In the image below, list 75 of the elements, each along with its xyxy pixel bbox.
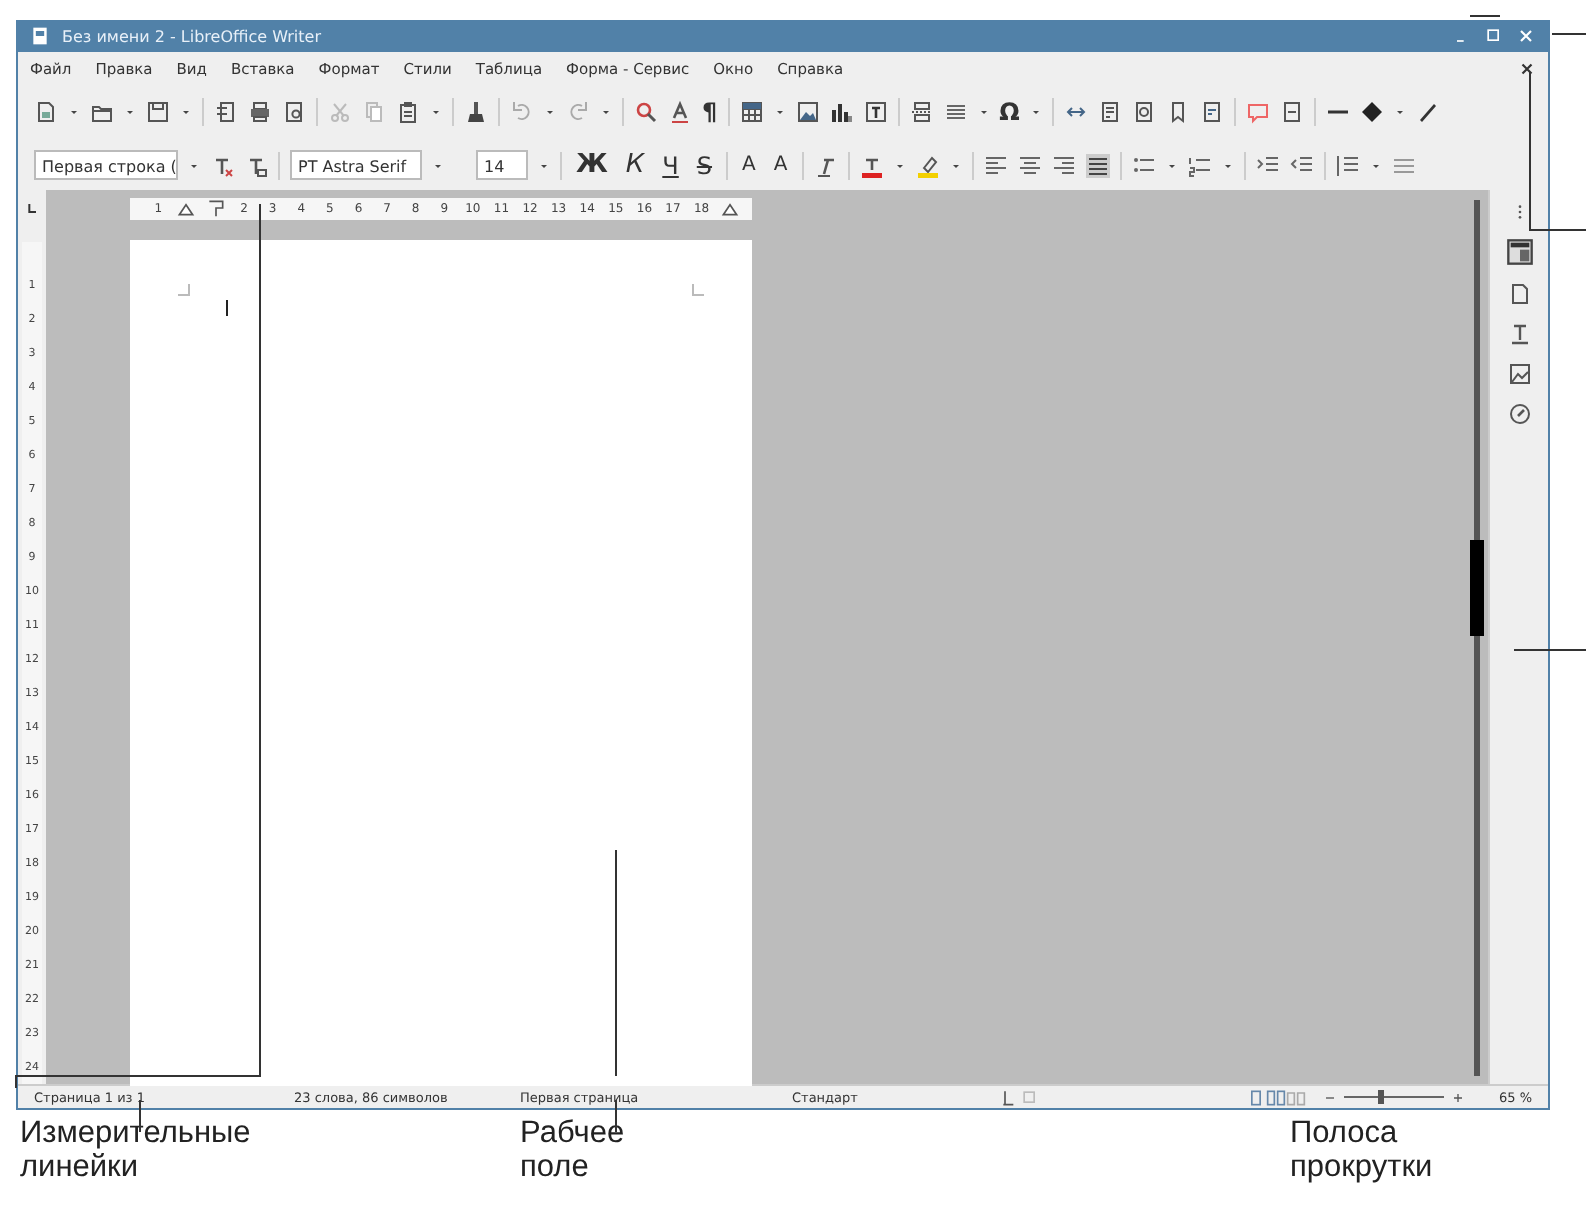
signature-icon bbox=[1020, 1087, 1040, 1107]
leader-line bbox=[1469, 15, 1501, 17]
export-document-icon[interactable] bbox=[214, 100, 238, 124]
format-button[interactable]: К bbox=[621, 150, 649, 180]
annotation-label: Рабчее поле bbox=[520, 1116, 627, 1184]
toolbar-glyph[interactable]: ¶ bbox=[702, 98, 718, 126]
footnote-icon[interactable] bbox=[1097, 100, 1122, 124]
cross-reference-icon[interactable] bbox=[1199, 100, 1224, 124]
font-color-icon[interactable] bbox=[859, 153, 884, 177]
lines-icon[interactable] bbox=[943, 100, 968, 124]
bullet-list-icon[interactable] bbox=[1131, 153, 1156, 177]
page-preview-icon[interactable] bbox=[282, 100, 306, 124]
endnote-icon[interactable] bbox=[1131, 100, 1156, 124]
scrollbar[interactable] bbox=[1473, 200, 1479, 1076]
leader-line bbox=[139, 1099, 141, 1133]
outdent-icon[interactable] bbox=[1289, 153, 1314, 177]
search-icon[interactable] bbox=[634, 100, 658, 124]
tab-stop-icon[interactable] bbox=[24, 200, 40, 216]
format-button[interactable]: S bbox=[692, 151, 717, 179]
font-size-field[interactable]: 14 bbox=[476, 150, 528, 180]
app-document-icon bbox=[30, 26, 50, 46]
toolbar-glyph[interactable]: Ω bbox=[999, 98, 1020, 126]
leader-line bbox=[1551, 33, 1586, 35]
page-break-icon[interactable] bbox=[909, 100, 934, 124]
format-button[interactable]: Ж bbox=[572, 150, 612, 180]
format-button[interactable]: A bbox=[738, 154, 760, 176]
multi-page-view-icon[interactable] bbox=[1266, 1087, 1287, 1107]
close-icon[interactable] bbox=[1518, 59, 1536, 77]
track-changes-icon[interactable] bbox=[1279, 100, 1304, 124]
new-document-icon[interactable] bbox=[34, 100, 58, 124]
window-title: Без имени 2 - LibreOffice Writer bbox=[62, 27, 323, 45]
numbered-list-icon[interactable] bbox=[1187, 153, 1212, 177]
folder-icon[interactable] bbox=[90, 100, 114, 124]
paragraph-style-field[interactable]: Первая строка ( bbox=[34, 150, 178, 180]
styles-icon[interactable] bbox=[1507, 322, 1531, 346]
highlighter-icon[interactable] bbox=[915, 153, 940, 177]
text-box-icon[interactable] bbox=[863, 100, 888, 124]
save-icon[interactable] bbox=[146, 100, 170, 124]
justify-icon[interactable] bbox=[1085, 153, 1110, 177]
properties-icon[interactable] bbox=[1505, 238, 1533, 266]
align-left-icon[interactable] bbox=[983, 153, 1008, 177]
brush-icon[interactable] bbox=[464, 100, 488, 124]
annotation-label: Измерительные линейки bbox=[20, 1116, 253, 1184]
format-button[interactable]: A bbox=[769, 154, 792, 176]
printer-icon[interactable] bbox=[248, 100, 272, 124]
format-button[interactable]: Ч bbox=[658, 151, 683, 179]
comment-icon[interactable] bbox=[1245, 100, 1270, 124]
zoom-in-icon[interactable] bbox=[1450, 1089, 1467, 1105]
character-style-icon[interactable] bbox=[244, 153, 268, 177]
annotation-label: Полоса прокрутки bbox=[1290, 1116, 1435, 1184]
bar-chart-icon[interactable] bbox=[829, 100, 854, 124]
line-spacing-icon[interactable] bbox=[1335, 153, 1360, 177]
indent-icon[interactable] bbox=[1255, 153, 1280, 177]
align-center-icon[interactable] bbox=[1017, 153, 1042, 177]
pen-icon[interactable] bbox=[1415, 100, 1440, 124]
single-page-view-icon[interactable] bbox=[1246, 1087, 1267, 1107]
navigator-icon[interactable] bbox=[1507, 402, 1531, 426]
leader-line bbox=[1513, 649, 1586, 651]
gallery-icon[interactable] bbox=[1507, 362, 1531, 386]
spellcheck-icon[interactable] bbox=[668, 100, 692, 124]
zoom-slider-thumb[interactable] bbox=[1377, 1090, 1384, 1104]
text-cursor bbox=[226, 300, 228, 316]
maximize-icon[interactable] bbox=[1484, 26, 1504, 46]
table-icon[interactable] bbox=[739, 100, 764, 124]
align-right-icon[interactable] bbox=[1051, 153, 1076, 177]
font-name-field[interactable]: PT Astra Serif bbox=[290, 150, 422, 180]
clear-formatting-icon[interactable] bbox=[210, 153, 234, 177]
leader-line bbox=[615, 1099, 617, 1133]
italic-icon[interactable] bbox=[813, 153, 838, 177]
diamond-icon[interactable] bbox=[1359, 100, 1384, 124]
clipboard-icon[interactable] bbox=[396, 100, 420, 124]
image-icon[interactable] bbox=[795, 100, 820, 124]
tab-marker-icon[interactable] bbox=[205, 196, 226, 220]
scrollbar-thumb[interactable] bbox=[1469, 540, 1483, 636]
page-icon[interactable] bbox=[1507, 282, 1531, 306]
